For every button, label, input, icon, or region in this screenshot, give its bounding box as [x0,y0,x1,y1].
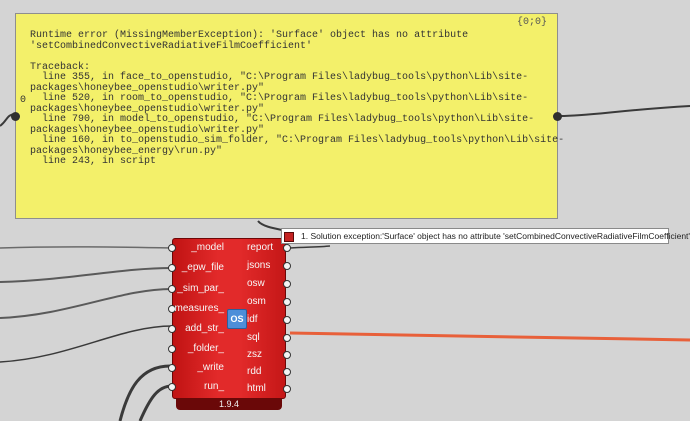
panel-output-index: 0 [20,95,27,106]
output-port-osw[interactable] [283,280,291,288]
wire-add-str [0,325,173,363]
wire-report-out [289,245,331,249]
input-label-run: run_ [203,381,224,392]
runtime-error-message: 1. Solution exception:'Surface' object h… [301,231,690,241]
error-panel[interactable]: {0;0} Runtime error (MissingMemberExcept… [11,13,564,219]
input-label-model: _model [191,242,224,253]
output-port-jsons[interactable] [283,262,291,270]
output-label-sql: sql [247,332,260,343]
output-label-zsz: zsz [247,349,262,360]
output-label-rdd: rdd [247,366,262,377]
wire-sim-par [0,288,173,319]
output-port-rdd[interactable] [283,368,291,376]
component-version: 1.9.4 [176,398,282,410]
output-port-html[interactable] [283,385,291,393]
output-label-html: html [247,383,266,394]
output-label-jsons: jsons [247,260,271,271]
input-label-epw-file: _epw_file [181,262,224,273]
panel-input-grip[interactable] [11,112,20,121]
error-flag-icon [284,232,294,242]
output-port-report[interactable] [283,244,291,252]
wire-epw [0,267,173,283]
output-port-sql[interactable] [283,334,291,342]
wire-model [0,246,173,249]
panel-output-grip[interactable] [553,112,562,121]
output-label-report: report [247,242,274,253]
hb-run-simulation-component[interactable]: OS _model _epw_file _sim_par_ measures_ … [168,238,291,410]
honeybee-energy-icon: OS [227,309,247,329]
input-label-write: _write [197,362,224,373]
output-port-zsz[interactable] [283,351,291,359]
wire-sql-selected [289,331,690,342]
output-label-osw: osw [247,278,265,289]
wire-write [118,364,173,421]
runtime-error-balloon[interactable]: 1. Solution exception:'Surface' object h… [281,228,690,244]
wire-run [138,384,173,421]
output-port-idf[interactable] [283,316,291,324]
output-label-idf: idf [247,314,258,325]
input-label-add-str: add_str_ [185,323,224,334]
input-label-measures: measures_ [174,303,224,314]
output-port-osm[interactable] [283,298,291,306]
error-traceback-text: Runtime error (MissingMemberException): … [30,30,565,167]
wire-panel-out [559,105,690,117]
output-label-osm: osm [247,296,266,307]
wire-panel-to-node [257,220,283,231]
input-label-sim-par: _sim_par_ [177,283,224,294]
input-label-folder: _folder_ [187,343,224,354]
panel-coordinates: {0;0} [516,17,547,28]
